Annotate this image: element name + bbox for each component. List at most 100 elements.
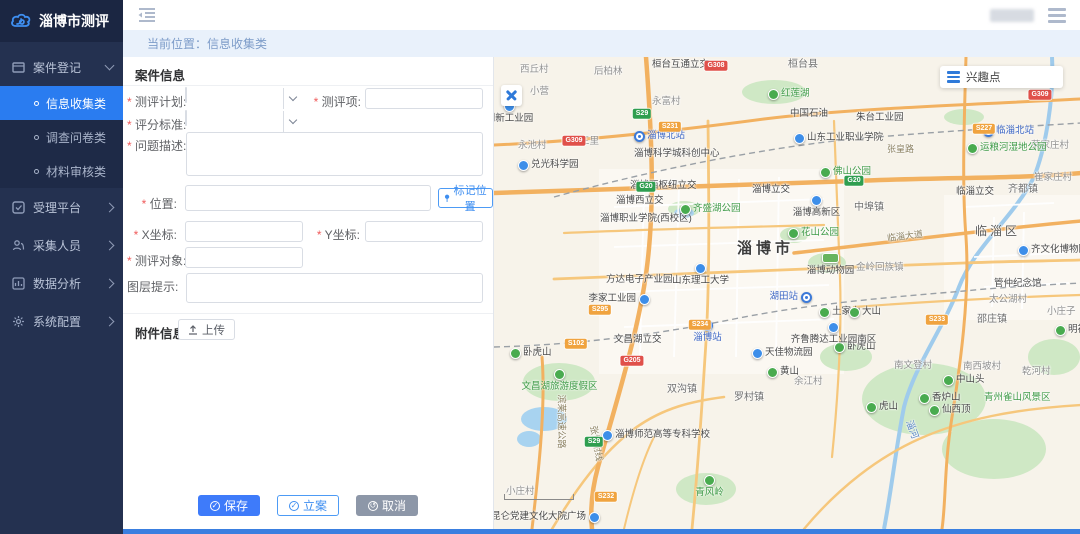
map-marker: 香炉山 [919,393,930,404]
map-canvas[interactable]: 西丘村小营后柏林桓台互通立交永富村永池村三里桓台县中国石油朱台工业园张皇路淄博科… [494,57,1080,529]
upload-button[interactable]: 上传 [178,319,235,340]
map-marker: 黄山 [767,367,778,378]
y-coord-input[interactable] [365,221,483,242]
bullet-icon [34,101,39,106]
map-marker-label: 山东工业职业学院 [807,133,883,143]
map-label: 南文登村 [894,361,932,371]
map-label: 方达电子产业园 [606,275,673,285]
map-marker: 山东理工大学 [695,263,706,274]
station-icon [634,131,645,142]
map-marker: 齐鲁腾达工业园南区 [828,322,839,333]
location-input[interactable] [185,185,431,211]
sidebar-item-data-analysis[interactable]: 数据分析 [0,264,123,302]
poi-icon [819,307,830,318]
map-marker: 花山公园 [788,228,799,239]
map-marker: 佛山公园 [820,167,831,178]
sidebar-item-label: 受理平台 [33,199,98,216]
map-marker: 中山头 [943,375,954,386]
map-marker: 土家山 [819,307,830,318]
map-marker: 齐文化博物院 [1018,245,1029,256]
map-label: 余江村 [794,377,823,387]
chart-icon [12,277,25,290]
map-marker-label: 李家工业园 [588,294,636,304]
collapse-sidebar-icon[interactable] [137,7,157,23]
map-label: 罗村镇 [734,393,764,403]
menu-hamburger-icon[interactable] [1048,8,1066,23]
map-label: 太公湖村 [989,295,1027,305]
undo-icon: ↺ [368,501,378,511]
map-pin-icon [444,193,450,204]
chevron-right-icon [105,202,115,212]
poi-icon [820,167,831,178]
cancel-button[interactable]: ↺取消 [356,495,418,516]
map-label: 永富村 [652,97,681,107]
poi-icon [967,143,978,154]
road-shield: G309 [562,136,585,146]
plan-select[interactable] [185,88,301,109]
item-label: 测评项: [311,93,361,110]
sidebar-item-questionnaire[interactable]: 调查问卷类 [0,120,123,154]
map-marker-label: 兑光科学园 [531,160,579,170]
check-square-icon [12,201,25,214]
app-title: 淄博市测评 [39,11,109,31]
save-button[interactable]: ✓保存 [198,495,260,516]
map-marker-label: 淄博师范高等专科学校 [615,430,710,440]
map-marker-label: 运粮河湿地公园 [980,143,1047,153]
sidebar-item-material-review[interactable]: 材料审核类 [0,154,123,188]
map-label: 齐都镇 [1008,185,1038,195]
map-label: 金岭回族镇 [856,263,904,273]
x-coord-input[interactable] [185,221,303,242]
map-label: 临淄区 [975,225,1020,237]
map-marker-label: 淄博高新区 [793,208,841,218]
map-label: 管仲纪念馆 [994,279,1042,289]
sidebar-item-acceptance-platform[interactable]: 受理平台 [0,188,123,226]
folder-icon [12,61,25,74]
map-label: 桓台互通立交 [652,60,709,70]
map-label: 淄博西立交 [616,196,664,206]
chevron-down-icon [283,111,301,132]
mark-location-button[interactable]: 标记位置 [438,188,493,208]
sidebar-item-info-collect[interactable]: 信息收集类 [0,86,123,120]
poi-icon [1018,245,1029,256]
cloud-logo-icon [10,13,32,29]
map-marker-label: 卧虎山 [523,348,552,358]
map-label: 滨莱高速公路 [557,394,566,448]
section-title: 案件信息 [135,65,185,84]
target-input[interactable] [185,247,303,268]
map-marker-label: 齐盛湖公园 [693,204,741,214]
poi-icon [518,160,529,171]
map-label: 双沟镇 [667,385,697,395]
map-label: 中埠镇 [854,203,884,213]
standard-select[interactable] [185,111,301,132]
map-scale-bar [504,494,574,500]
sidebar-item-system-config[interactable]: 系统配置 [0,302,123,340]
poi-icon [589,512,600,523]
map-marker-label: 淄博站 [693,333,722,343]
map-marker: 虎山 [866,402,877,413]
upload-icon [188,325,198,335]
map-label: 邵庄镇 [977,315,1007,325]
sidebar-item-case-register[interactable]: 案件登记 [0,48,123,86]
poi-icon [695,263,706,274]
map-marker: 淄博北站 [634,131,645,142]
item-input[interactable] [365,88,483,109]
description-textarea[interactable] [186,132,483,176]
bullet-icon [34,135,39,140]
poi-icon [811,195,822,206]
layer-hint-textarea[interactable] [186,273,483,303]
breadcrumb-current: 信息收集类 [207,35,267,52]
poi-icon [639,294,650,305]
breadcrumb: 当前位置： 信息收集类 [123,30,1080,57]
user-name-masked[interactable] [990,9,1034,22]
sidebar-item-collectors[interactable]: 采集人员 [0,226,123,264]
map-marker: 齐盛湖公园 [680,204,691,215]
poi-layer-panel[interactable]: 兴趣点 [940,66,1063,88]
chevron-down-icon [105,61,115,71]
station-icon [801,292,812,303]
register-case-button[interactable]: ✓立案 [277,495,339,516]
road-shield: S29 [585,437,603,447]
map-tools-icon[interactable] [501,85,522,106]
map-marker-label: 明祖山 [1068,325,1080,335]
map-marker-label: 青风岭 [695,488,724,498]
map-marker-label: 大山 [862,307,881,317]
